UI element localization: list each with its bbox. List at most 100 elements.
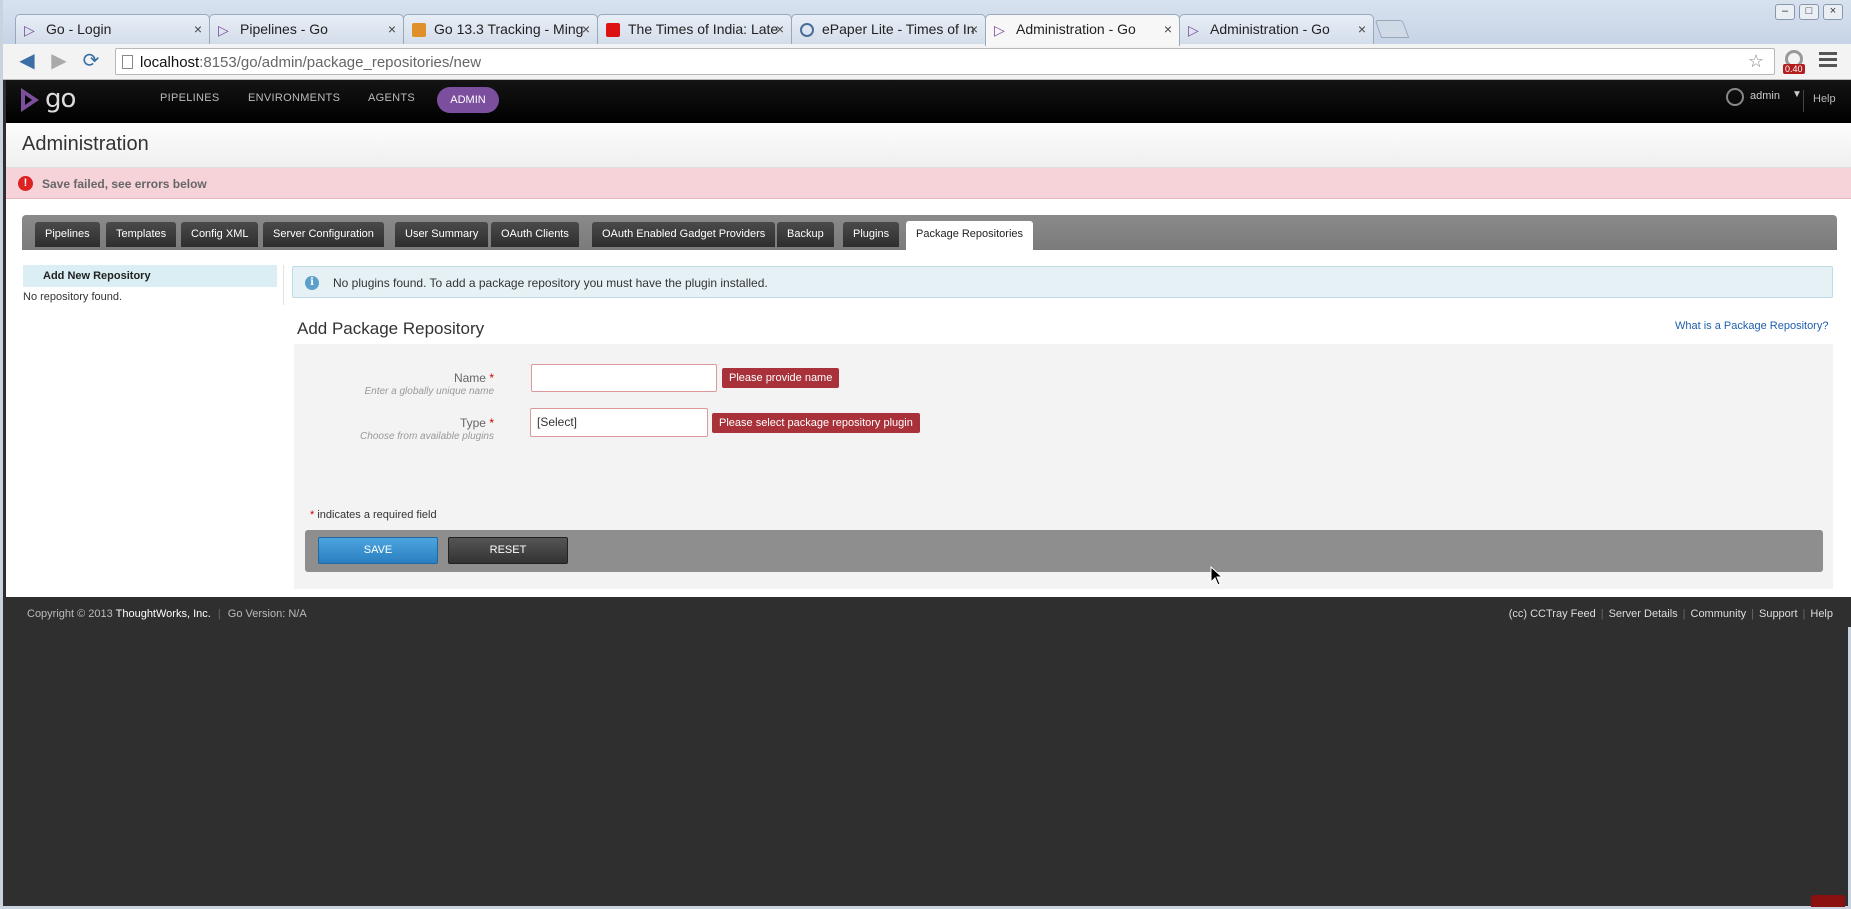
nav-agents[interactable]: AGENTS [368,92,415,104]
browser-tab[interactable]: ▷ Pipelines - Go × [209,14,404,44]
go-logo-mark-inner [25,95,32,105]
tab-oauth-clients[interactable]: OAuth Clients [491,222,579,247]
close-icon[interactable]: × [970,21,978,37]
tab-backup[interactable]: Backup [777,222,834,247]
footer: Copyright © 2013 ThoughtWorks, Inc. | Go… [6,597,1851,627]
reload-icon[interactable]: ⟳ [79,50,103,74]
address-bar[interactable]: localhost:8153/go/admin/package_reposito… [115,48,1775,75]
name-hint: Enter a globally unique name [364,386,494,397]
mouse-cursor-icon [1210,566,1224,586]
browser-tab-title: Administration - Go [1016,21,1136,37]
header-help-link[interactable]: Help [1813,93,1836,105]
close-icon[interactable]: × [194,21,202,37]
support-link[interactable]: Support [1759,608,1798,620]
notification-badge[interactable] [1811,895,1845,907]
tab-oauth-gadget-providers[interactable]: OAuth Enabled Gadget Providers [592,222,776,247]
divider: | [1802,608,1806,620]
menu-icon[interactable] [1819,52,1837,70]
reset-button[interactable]: RESET [448,537,568,564]
minimize-button[interactable]: – [1775,4,1795,20]
extension-badge: 0.40 [1783,64,1805,74]
info-text: No plugins found. To add a package repos… [333,276,768,290]
divider: | [1682,608,1686,620]
close-icon[interactable]: × [582,21,590,37]
browser-tab[interactable]: ▷ Go - Login × [15,14,210,44]
browser-tab[interactable]: ▷ Administration - Go × [1179,14,1374,44]
name-error: Please provide name [722,368,840,388]
tab-pipelines[interactable]: Pipelines [35,222,100,247]
error-message: Save failed, see errors below [42,177,207,191]
browser-tab-active[interactable]: ▷ Administration - Go × [985,14,1180,46]
go-version: Go Version: N/A [227,608,307,620]
add-new-repository-link[interactable]: Add New Repository [23,265,277,287]
info-message: i No plugins found. To add a package rep… [292,266,1833,298]
maximize-button[interactable]: □ [1799,4,1819,20]
go-logo-text: go [45,84,76,114]
footer-help-link[interactable]: Help [1810,608,1833,620]
tracker-icon [412,23,426,37]
go-icon: ▷ [1188,22,1199,38]
server-details-link[interactable]: Server Details [1609,608,1678,620]
name-field[interactable] [531,364,717,392]
chevron-down-icon: ▼ [1792,89,1802,100]
close-icon[interactable]: × [388,21,396,37]
forward-icon[interactable]: ▶ [47,50,71,74]
save-button[interactable]: SAVE [318,537,438,564]
footer-links: (cc) CCTray Feed | Server Details | Communit… [1509,608,1833,620]
copyright-text: Copyright © 2013 [27,608,113,620]
community-link[interactable]: Community [1691,608,1747,620]
cctray-feed-link[interactable]: (cc) CCTray Feed [1509,608,1596,620]
no-repository-text: No repository found. [23,291,123,303]
type-label: Type * [294,416,494,430]
type-select[interactable]: [Select] [530,408,708,437]
required-field-note: * indicates a required field [310,509,437,521]
admin-tabs: Pipelines Templates Config XML Server Co… [22,215,1837,250]
user-icon [1726,88,1744,106]
tab-templates[interactable]: Templates [106,222,177,247]
browser-window: ▷ Go - Login × ▷ Pipelines - Go × Go 13.… [0,0,1851,909]
divider [1803,90,1804,112]
extension-icon[interactable]: 0.40 [1781,50,1809,76]
required-marker: * [310,509,315,521]
browser-tab[interactable]: The Times of India: Late × [597,14,792,44]
browser-toolbar: ◀ ▶ ⟳ localhost:8153/go/admin/package_re… [3,44,1851,80]
page-icon [122,55,133,69]
type-hint: Choose from available plugins [360,431,494,442]
browser-tab-title: The Times of India: Late [628,21,779,37]
close-icon[interactable]: × [1358,21,1366,37]
nav-admin[interactable]: ADMIN [437,87,499,113]
browser-tab-title: Pipelines - Go [240,21,328,37]
tab-package-repositories[interactable]: Package Repositories [906,221,1034,250]
required-note-text: indicates a required field [317,509,437,521]
repository-sidebar: Add New Repository No repository found. [23,265,281,445]
go-icon: ▷ [24,22,35,38]
company-link[interactable]: ThoughtWorks, Inc. [116,608,211,620]
bookmark-star-icon[interactable]: ☆ [1748,51,1764,72]
close-icon[interactable]: × [776,21,784,37]
page-title-bar: Administration [6,123,1851,168]
tab-server-configuration[interactable]: Server Configuration [263,222,384,247]
what-is-package-repository-link[interactable]: What is a Package Repository? [1675,320,1828,332]
browser-tab-title: Go 13.3 Tracking - Ming [434,21,584,37]
back-icon[interactable]: ◀ [15,50,39,74]
type-label-text: Type [459,416,486,430]
go-header: go PIPELINES ENVIRONMENTS AGENTS ADMIN a… [6,80,1851,123]
new-tab-button[interactable] [1374,20,1410,38]
go-icon: ▷ [218,22,229,38]
tab-plugins[interactable]: Plugins [843,222,900,247]
nav-environments[interactable]: ENVIRONMENTS [248,92,340,104]
window-close-button[interactable]: × [1823,4,1843,20]
footer-copyright: Copyright © 2013 ThoughtWorks, Inc. | Go… [27,608,307,620]
name-label: Name * [294,371,494,385]
browser-tab[interactable]: ePaper Lite - Times of In × [791,14,986,44]
name-label-text: Name [453,371,486,385]
divider: | [1751,608,1754,620]
browser-tab-strip: ▷ Go - Login × ▷ Pipelines - Go × Go 13.… [3,0,1851,46]
browser-tab-title: ePaper Lite - Times of In [822,21,975,37]
browser-tab-title: Administration - Go [1210,21,1330,37]
browser-tab[interactable]: Go 13.3 Tracking - Ming × [403,14,598,44]
tab-user-summary[interactable]: User Summary [395,222,489,247]
close-icon[interactable]: × [1164,21,1172,37]
nav-pipelines[interactable]: PIPELINES [160,92,220,104]
tab-config-xml[interactable]: Config XML [181,222,259,247]
